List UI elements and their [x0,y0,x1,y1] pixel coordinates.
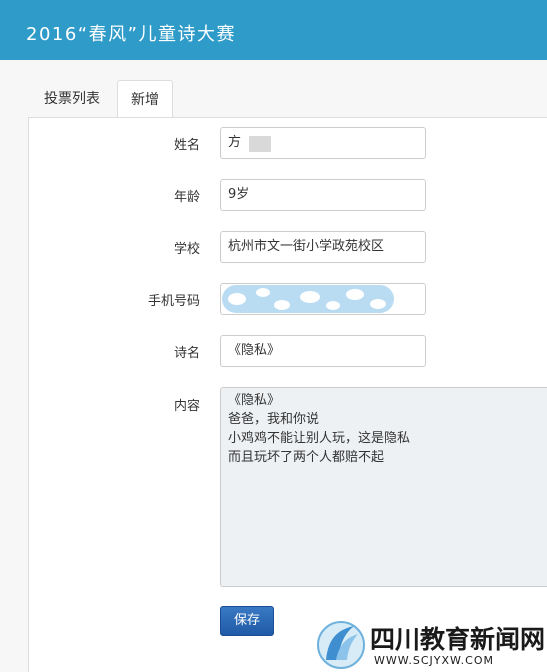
content-line: 爸爸，我和你说 [228,412,320,427]
name-label: 姓名 [173,138,200,153]
age-field[interactable]: 9岁 [220,179,426,211]
content-line: 《隐私》 [228,393,281,408]
tab-add-new[interactable]: 新增 [117,80,173,119]
age-value: 9岁 [228,187,250,202]
school-value: 杭州市文一街小学政苑校区 [228,239,385,254]
content-label: 内容 [173,399,200,414]
content-line: 而且玩坏了两个人都赔不起 [228,450,385,465]
name-value: 方 [228,135,242,150]
watermark-site-name: 四川教育新闻网 [370,625,546,654]
tab-vote-list[interactable]: 投票列表 [28,80,116,118]
site-watermark: 四川教育新闻网 WWW.SCJYXW.COM [314,614,547,672]
phone-label: 手机号码 [147,294,200,309]
school-field[interactable]: 杭州市文一街小学政苑校区 [220,231,426,263]
poem-title-field[interactable]: 《隐私》 [220,335,426,367]
poem-title-label: 诗名 [173,346,200,361]
name-redaction [249,136,271,152]
watermark-logo-icon [317,621,365,669]
save-button[interactable]: 保存 [220,606,274,636]
app-header: 2016“春风”儿童诗大赛 [0,0,547,60]
poem-title-value: 《隐私》 [228,343,281,358]
phone-redaction-mask [222,285,394,313]
content-textarea[interactable]: 《隐私》 爸爸，我和你说 小鸡鸡不能让别人玩，这是隐私 而且玩坏了两个人都赔不起 [220,387,547,587]
school-label: 学校 [173,242,200,257]
page-title: 2016“春风”儿童诗大赛 [26,24,236,45]
watermark-site-url: WWW.SCJYXW.COM [374,654,494,667]
age-label: 年龄 [173,190,200,205]
content-line: 小鸡鸡不能让别人玩，这是隐私 [228,431,411,446]
